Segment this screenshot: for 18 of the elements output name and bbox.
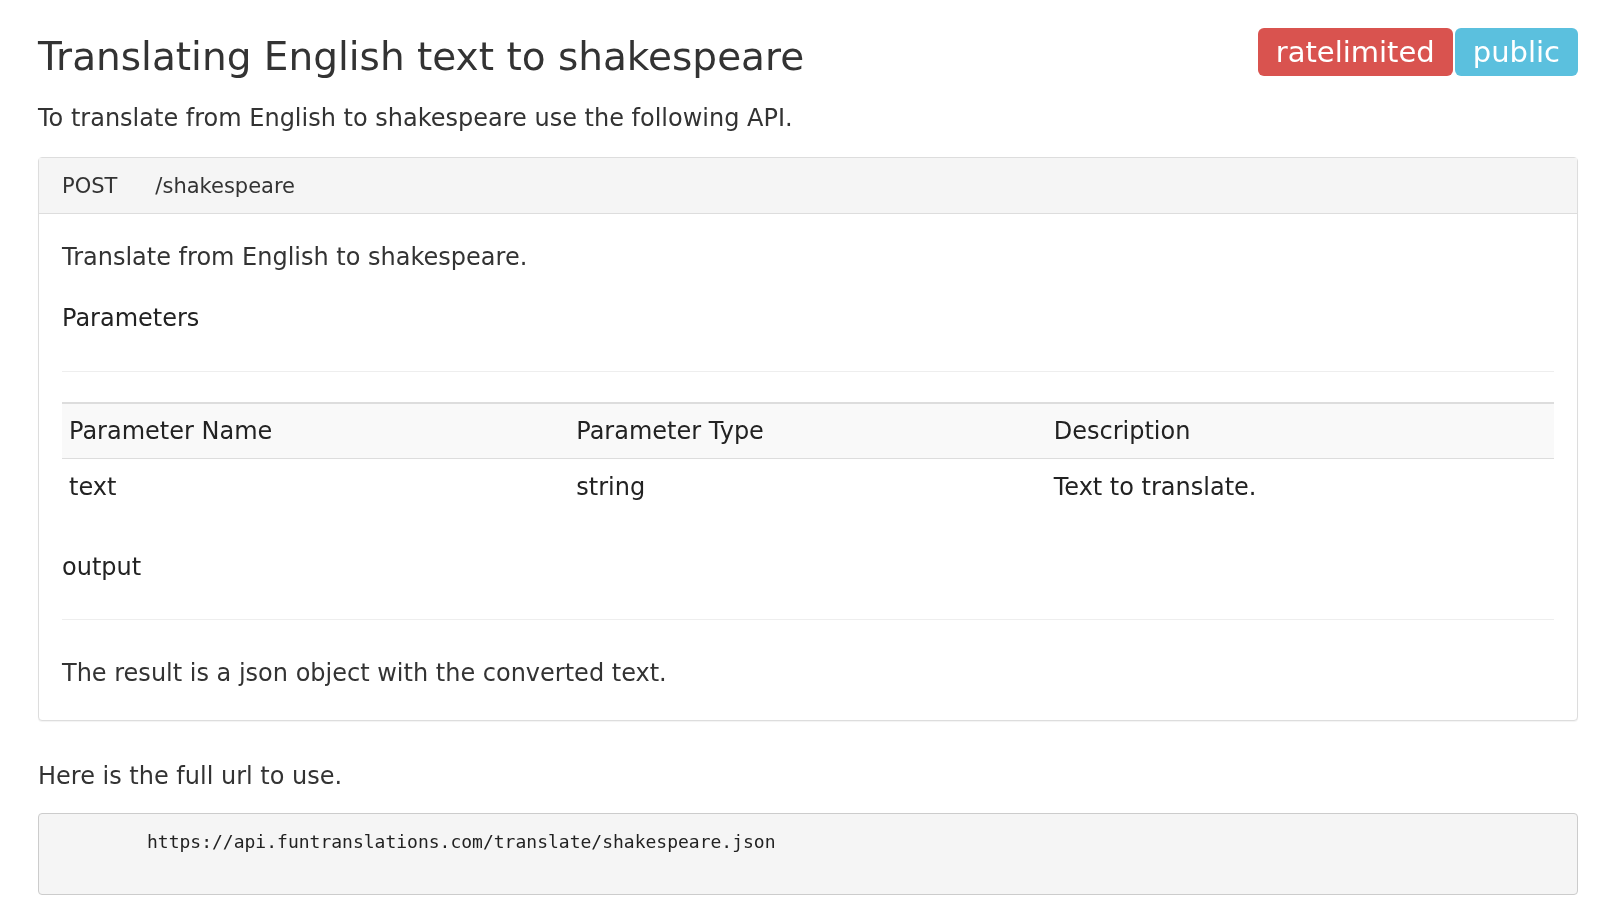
table-cell: string (569, 458, 1047, 514)
table-cell: text (62, 458, 570, 514)
intro-text: To translate from English to shakespeare use the following API. (38, 103, 794, 133)
output-description: The result is a json object with the converted text. (62, 658, 668, 688)
url-intro-text: Here is the full url to use. (38, 761, 344, 791)
http-method: POST (62, 173, 118, 198)
column-header: Parameter Type (569, 403, 1047, 459)
section-heading: Parameters (62, 303, 201, 333)
endpoint-description: Translate from English to shakespeare. (62, 242, 529, 272)
tag-badge: public (1454, 28, 1578, 76)
column-header: Description (1046, 403, 1554, 459)
api-url: https://api.funtranslations.com/translate/shakespeare.json (147, 831, 776, 852)
table-cell: Text to translate. (1046, 458, 1554, 514)
section-heading: output (62, 552, 143, 582)
endpoint-path: /shakespeare (155, 173, 296, 198)
page-title: Translating English text to shakespeare (38, 33, 805, 81)
tag-badge: ratelimited (1257, 28, 1453, 76)
column-header: Parameter Name (62, 403, 570, 459)
